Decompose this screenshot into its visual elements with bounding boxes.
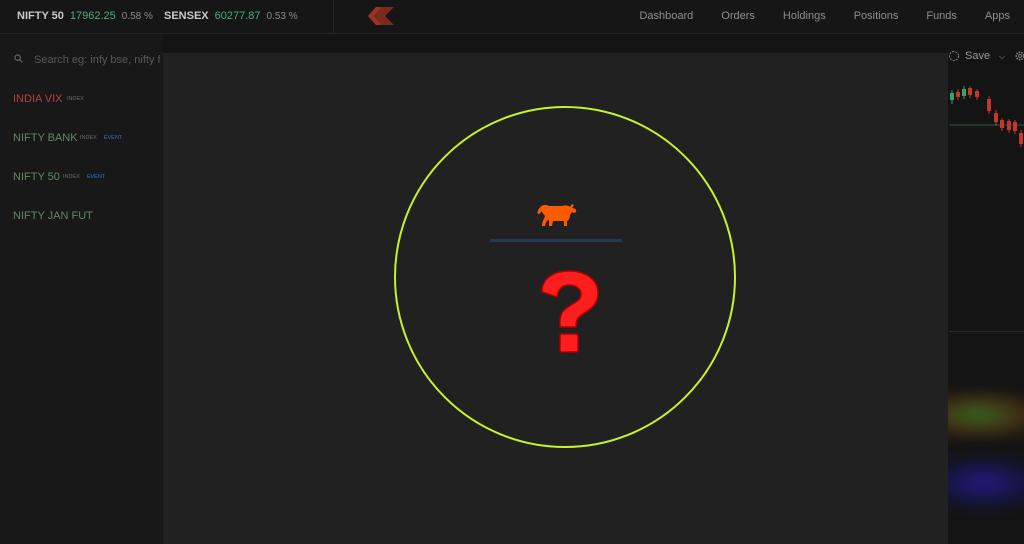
instrument-name: NIFTY BANK bbox=[13, 132, 78, 144]
watchlist-sidebar: INDIA VIX INDEX NIFTY BANK INDEX EVENT NI… bbox=[0, 34, 163, 544]
ticker-value: 17962.25 bbox=[69, 10, 116, 22]
instrument-tags: INDEX EVENT bbox=[80, 135, 122, 141]
ticker-change: 0.53 % bbox=[266, 11, 298, 22]
watchlist-item-nifty-bank[interactable]: NIFTY BANK INDEX EVENT bbox=[0, 121, 163, 160]
nav-dashboard[interactable]: Dashboard bbox=[625, 0, 707, 33]
search-icon bbox=[14, 54, 23, 63]
index-tag: INDEX bbox=[80, 135, 97, 141]
question-mark-icon bbox=[541, 270, 599, 353]
event-tag: EVENT bbox=[103, 135, 123, 141]
ticker-value: 60277.87 bbox=[214, 10, 261, 22]
watchlist-item-nifty-50[interactable]: NIFTY 50 INDEX EVENT bbox=[0, 160, 163, 199]
top-bar: NIFTY 50 17962.25 0.58 % SENSEX 60277.87 0.5… bbox=[0, 0, 1024, 34]
search-row bbox=[0, 34, 163, 82]
instrument-name: NIFTY JAN FUT bbox=[13, 210, 93, 222]
index-tag: INDEX bbox=[67, 96, 84, 102]
chevron-down-icon[interactable]: ⌵ bbox=[999, 52, 1005, 62]
ticker-name: SENSEX bbox=[164, 10, 209, 22]
event-tag: EVENT bbox=[86, 174, 106, 180]
ticker-sensex[interactable]: SENSEX 60277.87 0.53 % bbox=[164, 10, 298, 22]
gear-icon[interactable] bbox=[1014, 48, 1024, 64]
nav-orders[interactable]: Orders bbox=[707, 0, 769, 33]
nav-funds[interactable]: Funds bbox=[912, 0, 971, 33]
clock-icon[interactable] bbox=[948, 50, 960, 62]
watchlist-item-nifty-jan-fut[interactable]: NIFTY JAN FUT bbox=[0, 199, 163, 238]
instrument-tags: INDEX EVENT bbox=[63, 174, 105, 180]
instrument-name: NIFTY 50 bbox=[13, 171, 60, 183]
kite-logo-icon[interactable] bbox=[368, 7, 394, 25]
ticker-nifty50[interactable]: NIFTY 50 17962.25 0.58 % bbox=[17, 10, 153, 22]
instrument-tags: INDEX bbox=[67, 96, 91, 102]
save-button[interactable]: Save bbox=[965, 50, 990, 62]
nav-positions[interactable]: Positions bbox=[840, 0, 913, 33]
pane-divider bbox=[949, 331, 1024, 332]
divider-line bbox=[490, 239, 622, 242]
ticker-change: 0.58 % bbox=[121, 11, 153, 22]
search-input[interactable] bbox=[32, 50, 162, 70]
watchlist-item-india-vix[interactable]: INDIA VIX INDEX bbox=[0, 82, 163, 121]
bull-icon bbox=[537, 204, 577, 226]
main-nav: Dashboard Orders Holdings Positions Fund… bbox=[625, 0, 1024, 33]
instrument-name: INDIA VIX bbox=[13, 93, 63, 105]
ticker-divider bbox=[333, 0, 334, 33]
nav-holdings[interactable]: Holdings bbox=[769, 0, 840, 33]
ticker-name: NIFTY 50 bbox=[17, 10, 64, 22]
index-tag: INDEX bbox=[63, 174, 80, 180]
nav-apps[interactable]: Apps bbox=[971, 0, 1024, 33]
